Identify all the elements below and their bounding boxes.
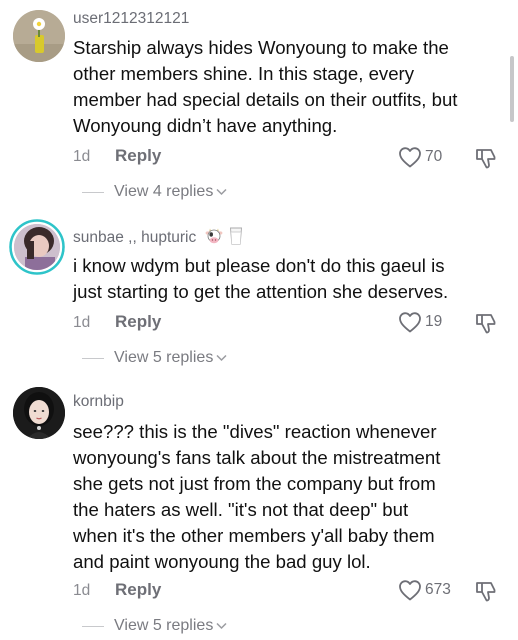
flower-avatar-image bbox=[13, 10, 65, 62]
comment-item: user1212312121 Starship always hides Won… bbox=[0, 0, 518, 210]
dislike-button[interactable] bbox=[474, 146, 498, 175]
comment-username[interactable]: user1212312121 bbox=[73, 10, 189, 28]
divider bbox=[82, 191, 104, 193]
like-button[interactable]: 673 bbox=[398, 579, 451, 601]
thumbs-down-icon bbox=[476, 149, 496, 169]
thumbs-down-icon bbox=[476, 314, 496, 334]
like-count: 70 bbox=[425, 148, 443, 165]
comment-text: i know wdym but please don't do this gae… bbox=[73, 255, 449, 302]
comment-username[interactable]: sunbae ,, hupturic bbox=[73, 227, 243, 250]
heart-outline-icon bbox=[399, 580, 421, 601]
avatar[interactable] bbox=[9, 219, 65, 275]
thumbs-down-icon bbox=[476, 582, 496, 602]
like-button[interactable]: 70 bbox=[398, 146, 442, 168]
divider bbox=[82, 625, 104, 627]
view-replies-button[interactable]: View 5 replies bbox=[82, 349, 227, 367]
dislike-button[interactable] bbox=[474, 311, 498, 340]
comment-timestamp: 1d bbox=[73, 314, 91, 331]
comment-timestamp: 1d bbox=[73, 148, 91, 165]
comment-item: sunbae ,, hupturic i know wdym but pleas… bbox=[0, 210, 518, 375]
reply-button[interactable]: Reply bbox=[115, 146, 161, 166]
view-replies-button[interactable]: View 5 replies bbox=[82, 617, 227, 635]
divider bbox=[82, 357, 104, 359]
comment-text: Starship always hides Wonyoung to make t… bbox=[73, 37, 458, 136]
milk-glass-emoji-icon bbox=[229, 227, 243, 250]
like-count: 673 bbox=[425, 581, 451, 598]
avatar[interactable] bbox=[13, 10, 65, 62]
profile-avatar-image bbox=[13, 387, 65, 439]
comment-timestamp: 1d bbox=[73, 582, 91, 599]
view-replies-label: View 5 replies bbox=[114, 349, 214, 366]
chevron-down-icon bbox=[216, 188, 227, 196]
dislike-button[interactable] bbox=[474, 579, 498, 608]
profile-avatar-image bbox=[9, 219, 65, 275]
like-count: 19 bbox=[425, 313, 443, 330]
comment-text: see??? this is the "dives" reaction when… bbox=[73, 421, 441, 572]
avatar[interactable] bbox=[13, 387, 65, 439]
view-replies-label: View 4 replies bbox=[114, 183, 214, 200]
chevron-down-icon bbox=[216, 354, 227, 362]
chevron-down-icon bbox=[216, 622, 227, 630]
like-button[interactable]: 19 bbox=[398, 311, 442, 333]
heart-outline-icon bbox=[399, 312, 421, 333]
reply-button[interactable]: Reply bbox=[115, 580, 161, 600]
reply-button[interactable]: Reply bbox=[115, 312, 161, 332]
comment-username[interactable]: kornbip bbox=[73, 393, 124, 411]
view-replies-label: View 5 replies bbox=[114, 617, 214, 634]
comment-item: kornbip see??? this is the "dives" react… bbox=[0, 375, 518, 640]
cow-emoji-icon bbox=[205, 228, 223, 250]
view-replies-button[interactable]: View 4 replies bbox=[82, 183, 227, 201]
heart-outline-icon bbox=[399, 147, 421, 168]
